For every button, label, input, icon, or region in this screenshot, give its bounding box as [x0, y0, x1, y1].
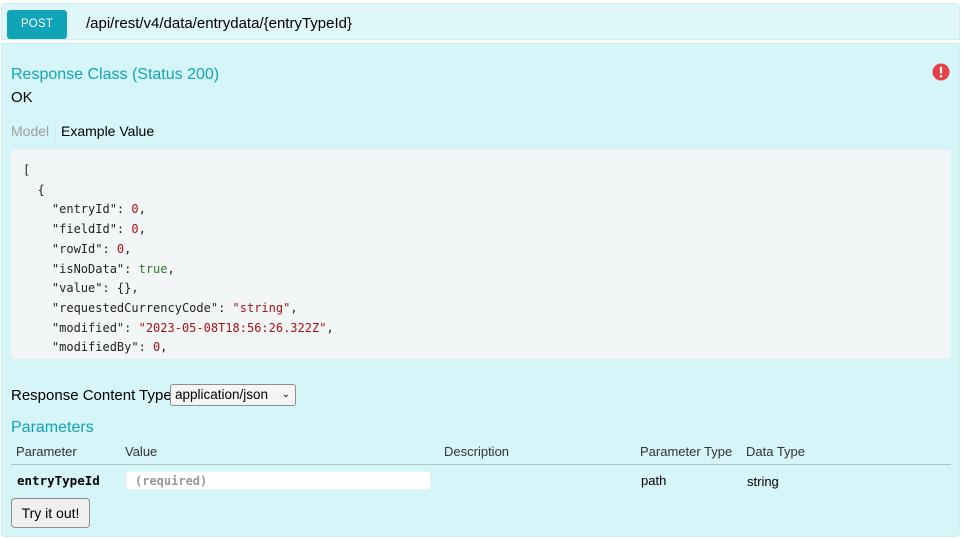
code-line: "entryId": 0,: [23, 199, 146, 219]
code-token: ,: [326, 320, 334, 335]
code-line: {: [23, 180, 45, 200]
error-circle-icon[interactable]: [932, 63, 950, 81]
code-token: "fieldId":: [23, 222, 132, 237]
operation-path[interactable]: /api/rest/v4/data/entrydata/{entryTypeId…: [86, 15, 352, 32]
code-line: [: [23, 160, 30, 180]
response-content-type-value: application/json: [175, 387, 269, 402]
entry-type-id-input[interactable]: [126, 471, 431, 490]
code-line: "fieldId": 0,: [23, 219, 146, 239]
code-token: 0: [131, 222, 139, 237]
tab-divider: [55, 120, 56, 144]
code-token: "isNoData":: [23, 261, 139, 276]
code-token: "requestedCurrencyCode":: [23, 300, 233, 315]
code-token: ,: [167, 261, 175, 276]
parameter-name: entryTypeId: [17, 473, 100, 488]
code-token: "modifiedBy":: [23, 340, 154, 355]
code-token: ,: [160, 340, 168, 355]
code-token: "rowId":: [23, 241, 117, 256]
response-status-text: OK: [11, 89, 33, 106]
column-header-description: Description: [444, 444, 510, 459]
tab-example-value[interactable]: Example Value: [61, 123, 154, 139]
table-header-divider: [11, 464, 951, 465]
code-token: ,: [124, 241, 132, 256]
code-token: ,: [290, 300, 298, 315]
code-line: "modified": "2023-05-08T18:56:26.322Z",: [23, 318, 334, 338]
code-token: ,: [138, 202, 146, 217]
example-value-code[interactable]: [ { "entryId": 0, "fieldId": 0, "rowId":…: [11, 150, 951, 359]
parameter-type: path: [641, 473, 667, 488]
code-token: "value": {},: [23, 281, 139, 296]
code-token: "string": [232, 300, 291, 315]
code-token: 0: [131, 202, 139, 217]
code-token: "2023-05-08T18:56:26.322Z": [138, 320, 327, 335]
code-token: true: [138, 261, 168, 276]
operation-header[interactable]: POST /api/rest/v4/data/entrydata/{entryT…: [1, 3, 960, 40]
tab-model[interactable]: Model: [11, 123, 49, 139]
try-it-out-button[interactable]: Try it out!: [11, 498, 90, 528]
response-content-type-select[interactable]: application/json ⌄: [170, 384, 296, 406]
parameters-title: Parameters: [11, 419, 94, 436]
code-line: "rowId": 0,: [23, 239, 132, 259]
response-class-title: Response Class (Status 200): [11, 66, 220, 83]
code-token: "modified":: [23, 320, 139, 335]
chevron-down-icon: ⌄: [281, 389, 290, 400]
code-token: "entryId":: [23, 202, 132, 217]
column-header-value: Value: [125, 444, 158, 459]
code-token: ,: [138, 222, 146, 237]
column-header-data-type: Data Type: [746, 444, 806, 459]
column-header-parameter: Parameter: [16, 444, 77, 459]
response-content-type-label: Response Content Type: [11, 387, 172, 404]
code-token: [: [23, 163, 31, 177]
code-line: "value": {},: [23, 278, 139, 298]
parameter-data-type: string: [747, 474, 779, 489]
code-token: {: [23, 182, 45, 197]
code-line: "modifiedBy": 0,: [23, 337, 168, 357]
column-header-parameter-type: Parameter Type: [640, 444, 733, 459]
code-line: "isNoData": true,: [23, 259, 175, 279]
code-line: "requestedCurrencyCode": "string",: [23, 298, 298, 318]
method-badge[interactable]: POST: [7, 10, 67, 39]
